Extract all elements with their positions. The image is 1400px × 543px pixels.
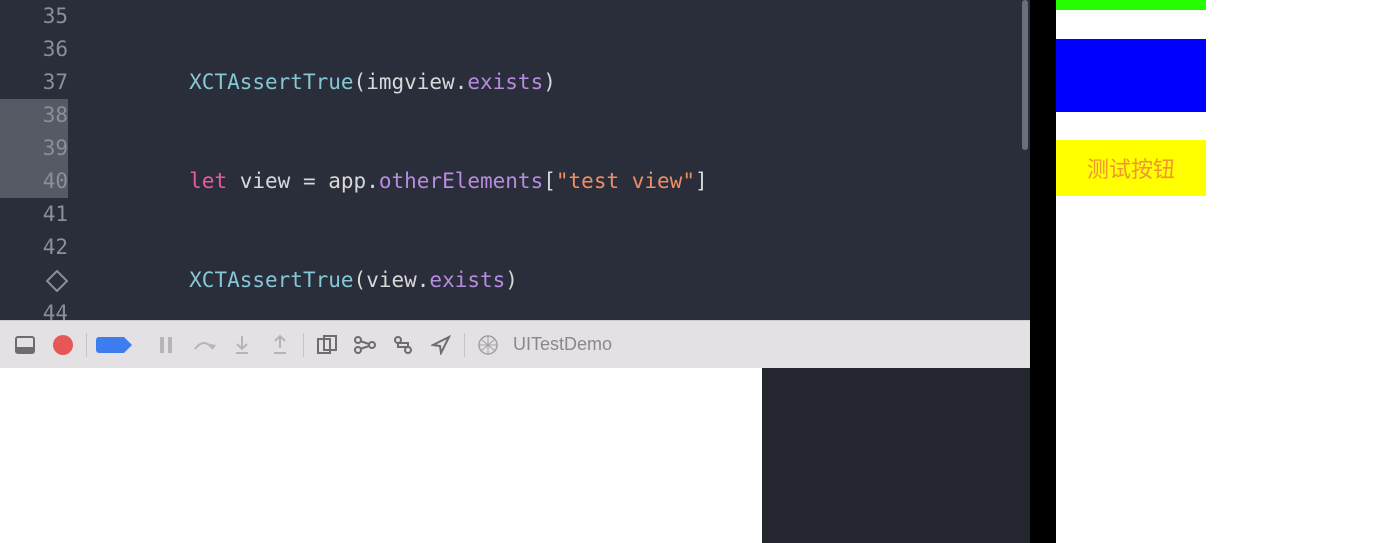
line-number: 41 (0, 198, 68, 231)
line-number: 36 (0, 33, 68, 66)
view-debugger-icon[interactable] (308, 326, 346, 364)
line-number: 42 (0, 231, 68, 264)
breakpoints-icon[interactable] (91, 326, 129, 364)
pause-icon[interactable] (147, 326, 185, 364)
step-out-icon[interactable] (261, 326, 299, 364)
step-into-icon[interactable] (223, 326, 261, 364)
line-number: 40 (0, 165, 68, 198)
device-bezel (1030, 0, 1056, 543)
dark-panel (762, 368, 1030, 543)
code-line: let view = app.otherElements["test view"… (88, 165, 1030, 198)
editor-scrollbar[interactable] (1022, 0, 1028, 150)
line-number: 35 (0, 0, 68, 33)
code-text-area[interactable]: XCTAssertTrue(imgview.exists) let view =… (88, 0, 1030, 320)
test-button[interactable]: 测试按钮 (1056, 140, 1206, 196)
location-icon[interactable] (422, 326, 460, 364)
separator (86, 333, 87, 357)
code-line: XCTAssertTrue(imgview.exists) (88, 66, 1030, 99)
separator (464, 333, 465, 357)
line-number: 38 (0, 99, 68, 132)
separator (303, 333, 304, 357)
line-number: 44 (0, 297, 68, 330)
diamond-gutter-icon[interactable] (0, 264, 68, 297)
target-grid-icon[interactable] (469, 326, 507, 364)
code-line: XCTAssertTrue(view.exists) (88, 264, 1030, 297)
record-icon[interactable] (44, 326, 82, 364)
memory-graph-icon[interactable] (346, 326, 384, 364)
debug-target-label[interactable]: UITestDemo (513, 334, 612, 355)
test-view[interactable] (1056, 39, 1206, 112)
line-number: 39 (0, 132, 68, 165)
debug-toolbar: UITestDemo (0, 320, 1030, 368)
line-number-gutter: 35 36 37 38 39 40 41 42 44 (0, 0, 88, 320)
environment-overrides-icon[interactable] (384, 326, 422, 364)
code-editor[interactable]: 35 36 37 38 39 40 41 42 44 XCTAssertTrue… (0, 0, 1030, 320)
step-over-icon[interactable] (185, 326, 223, 364)
line-number: 37 (0, 66, 68, 99)
simulator-panel: 测试按钮 (1030, 0, 1400, 543)
test-label-view (1056, 0, 1206, 10)
toggle-debug-area-icon[interactable] (6, 326, 44, 364)
